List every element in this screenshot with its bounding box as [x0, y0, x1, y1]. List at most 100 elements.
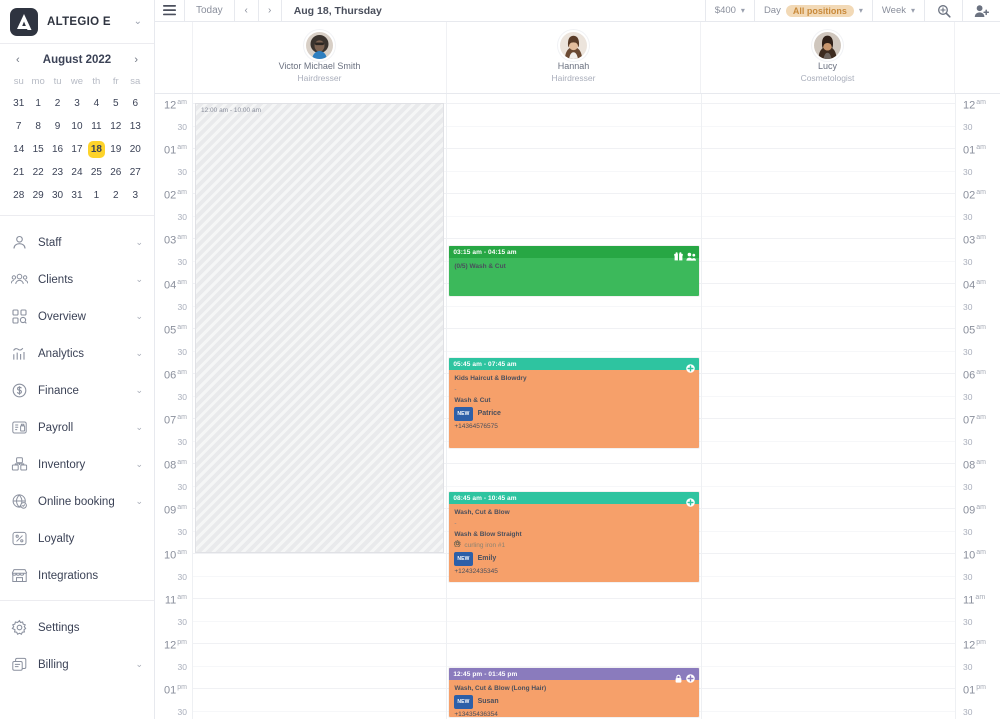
sidebar-item-billing[interactable]: Billing ⌄ [0, 646, 154, 683]
chevron-down-icon[interactable]: ⌄ [135, 422, 143, 433]
sidebar-item-analytics[interactable]: Analytics ⌄ [0, 335, 154, 372]
appointment-block[interactable]: 08:45 am - 10:45 am Wash, Cut & Blow - Wash… [449, 492, 699, 582]
chevron-down-icon[interactable]: ⌄ [135, 385, 143, 396]
calendar-day-cell[interactable]: 30 [48, 184, 67, 207]
chevron-down-icon[interactable]: ⌄ [135, 274, 143, 285]
lock-icon[interactable] [674, 670, 683, 683]
calendar-day-cell[interactable]: 10 [67, 115, 86, 138]
appointment-block[interactable]: 05:45 am - 07:45 am Kids Haircut & Blowdr… [449, 358, 699, 448]
staff-gutter-left [155, 22, 193, 93]
chevron-down-icon[interactable]: ⌄ [134, 16, 144, 27]
sidebar-item-inventory[interactable]: Inventory ⌄ [0, 446, 154, 483]
calendar-day-label: 3 [74, 98, 80, 109]
prev-day-button[interactable]: ‹ [235, 0, 258, 21]
grid-line-hour [701, 553, 955, 554]
calendar-day-cell[interactable]: 7 [9, 115, 28, 138]
calendar-day-cell[interactable]: 2 [106, 184, 125, 207]
calendar-day-cell[interactable]: 1 [87, 184, 106, 207]
brand-header[interactable]: ALTEGIO E ⌄ [0, 0, 154, 44]
meridiem-label: pm [976, 639, 986, 646]
calendar-day-cell[interactable]: 17 [67, 138, 86, 161]
staff-column-header[interactable]: Hannah Hairdresser [447, 22, 701, 93]
time-label-hour: 10am [164, 546, 187, 562]
avatar [560, 32, 587, 59]
time-label-half-hour: 30 [963, 256, 973, 267]
sidebar-item-payroll[interactable]: Payroll ⌄ [0, 409, 154, 446]
grid-line-half-hour [701, 395, 955, 397]
calendar-day-cell[interactable]: 8 [28, 115, 47, 138]
calendar-prev-month-icon[interactable]: ‹ [13, 54, 23, 66]
chevron-down-icon[interactable]: ⌄ [135, 348, 143, 359]
sidebar-item-staff[interactable]: Staff ⌄ [0, 224, 154, 261]
calendar-day-cell[interactable]: 20 [126, 138, 145, 161]
appointment-block[interactable]: 12:45 pm - 01:45 pm Wash, Cut & Blow (Lon… [449, 668, 699, 717]
calendar-day-cell[interactable]: 26 [106, 161, 125, 184]
plus-circle-icon[interactable] [685, 670, 695, 683]
calendar-day-cell[interactable]: 3 [126, 184, 145, 207]
calendar-day-cell[interactable]: 13 [126, 115, 145, 138]
sidebar-item-overview[interactable]: Overview ⌄ [0, 298, 154, 335]
staff-column-header[interactable]: Victor Michael Smith Hairdresser [193, 22, 447, 93]
schedule-column[interactable]: 03:15 am - 04:15 am (0/5) Wash & Cut 05:45… [447, 94, 702, 719]
calendar-day-cell[interactable]: 3 [67, 92, 86, 115]
add-user-icon[interactable] [962, 0, 1000, 21]
calendar-day-cell[interactable]: 9 [48, 115, 67, 138]
next-day-button[interactable]: › [257, 0, 281, 21]
calendar-day-cell[interactable]: 15 [28, 138, 47, 161]
calendar-day-cell[interactable]: 23 [48, 161, 67, 184]
time-label-hour: 02am [963, 186, 986, 202]
schedule-column[interactable]: 12:00 am - 10:00 am [193, 94, 448, 719]
calendar-day-cell[interactable]: 1 [28, 92, 47, 115]
chevron-down-icon[interactable]: ⌄ [135, 237, 143, 248]
calendar-day-cell[interactable]: 21 [9, 161, 28, 184]
gift-icon[interactable] [673, 248, 683, 260]
calendar-next-month-icon[interactable]: › [131, 54, 141, 66]
today-button[interactable]: Today [185, 0, 235, 21]
calendar-day-cell[interactable]: 6 [126, 92, 145, 115]
sidebar-item-finance[interactable]: Finance ⌄ [0, 372, 154, 409]
hamburger-icon[interactable] [155, 0, 185, 21]
calendar-day-cell[interactable]: 12 [106, 115, 125, 138]
sidebar-item-settings[interactable]: Settings [0, 609, 154, 646]
calendar-day-cell[interactable]: 29 [28, 184, 47, 207]
calendar-day-cell[interactable]: 31 [9, 92, 28, 115]
calendar-day-cell[interactable]: 14 [9, 138, 28, 161]
calendar-day-cell[interactable]: 11 [87, 115, 106, 138]
calendar-day-cell[interactable]: 18 [87, 138, 106, 161]
view-mode-label: Day [763, 5, 781, 16]
calendar-day-cell[interactable]: 25 [87, 161, 106, 184]
calendar-weekday-row: su mo tu we th fr sa [9, 74, 145, 92]
calendar-day-cell[interactable]: 22 [28, 161, 47, 184]
calendar-day-cell[interactable]: 19 [106, 138, 125, 161]
staff-column-header[interactable]: Lucy Cosmetologist [701, 22, 955, 93]
period-selector[interactable]: Week ▾ [871, 0, 924, 21]
plus-circle-icon[interactable] [685, 360, 695, 373]
sidebar-item-loyalty[interactable]: Loyalty [0, 520, 154, 557]
calendar-day-cell[interactable]: 2 [48, 92, 67, 115]
group-icon[interactable] [686, 248, 696, 261]
sidebar-item-online-booking[interactable]: Online booking ⌄ [0, 483, 154, 520]
schedule-column[interactable] [701, 94, 955, 719]
calendar-day-cell[interactable]: 5 [106, 92, 125, 115]
chevron-down-icon[interactable]: ⌄ [135, 659, 143, 670]
appointment-block[interactable]: 03:15 am - 04:15 am (0/5) Wash & Cut [449, 246, 699, 296]
sidebar-item-integrations[interactable]: Integrations [0, 557, 154, 594]
meridiem-label: am [976, 414, 986, 421]
chevron-down-icon[interactable]: ⌄ [135, 496, 143, 507]
revenue-selector[interactable]: $400 ▾ [704, 0, 754, 21]
calendar-day-cell[interactable]: 16 [48, 138, 67, 161]
calendar-day-cell[interactable]: 4 [87, 92, 106, 115]
positions-selector[interactable]: Day All positions ▾ [753, 0, 872, 21]
chevron-down-icon[interactable]: ⌄ [135, 311, 143, 322]
plus-circle-icon[interactable] [685, 494, 695, 507]
calendar-day-cell[interactable]: 31 [67, 184, 86, 207]
calendar-day-cell[interactable]: 24 [67, 161, 86, 184]
calendar-day-label: 27 [129, 167, 141, 178]
calendar-day-cell[interactable]: 28 [9, 184, 28, 207]
chevron-down-icon[interactable]: ⌄ [135, 459, 143, 470]
sidebar-item-clients[interactable]: Clients ⌄ [0, 261, 154, 298]
non-working-block[interactable]: 12:00 am - 10:00 am [195, 103, 445, 553]
calendar-day-label: 2 [113, 190, 119, 201]
calendar-day-cell[interactable]: 27 [126, 161, 145, 184]
search-zoom-icon[interactable] [924, 0, 962, 21]
